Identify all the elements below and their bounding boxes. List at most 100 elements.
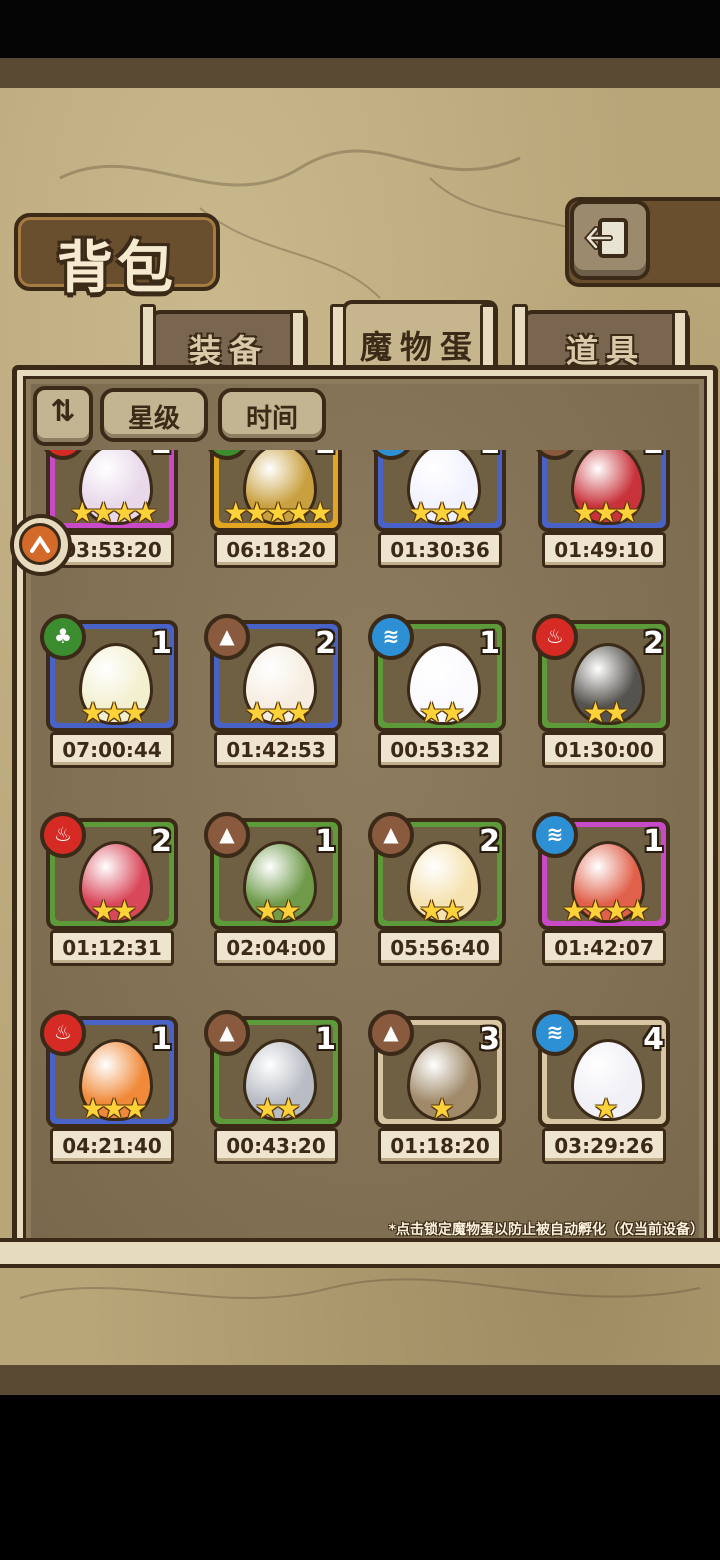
egg-count: 2 bbox=[315, 450, 336, 461]
egg-count: 2 bbox=[479, 824, 500, 859]
tab-bar: 装备 道具 魔物蛋 bbox=[12, 300, 708, 376]
fire-element-icon: ♨ bbox=[40, 812, 86, 858]
egg-count: 2 bbox=[151, 824, 172, 859]
sort-by-star-button[interactable]: 星级 bbox=[100, 388, 208, 442]
back-button[interactable] bbox=[570, 200, 650, 280]
egg-slot[interactable]: 1 ★★★ ♣ 07:00:44 bbox=[30, 614, 178, 768]
tab-items[interactable]: 道具 bbox=[522, 310, 690, 370]
egg-count: 2 bbox=[643, 626, 664, 661]
earth-element-icon: ▲ bbox=[204, 1010, 250, 1056]
egg-slot[interactable]: 1★★★≋01:30:36 bbox=[358, 450, 506, 568]
egg-slot[interactable]: 2 ★★★ ▲ 01:42:53 bbox=[194, 614, 342, 768]
sort-toggle-icon: ⇅ bbox=[50, 394, 76, 429]
egg-count: 1 bbox=[479, 626, 500, 661]
star-rating: ★★ bbox=[254, 1092, 301, 1125]
egg-count: 1 bbox=[315, 1022, 336, 1057]
hatch-timer: 04:21:40 bbox=[50, 1128, 174, 1164]
hatch-timer: 01:42:53 bbox=[214, 732, 338, 768]
egg-slot[interactable]: 1 ★★ ▲ 02:04:00 bbox=[194, 812, 342, 966]
map-border-top bbox=[0, 58, 720, 88]
star-rating: ★★★★★ bbox=[223, 496, 333, 529]
hatch-timer: 01:30:36 bbox=[378, 532, 502, 568]
tab-post bbox=[480, 304, 496, 370]
egg-card[interactable]: 1 ★★★ bbox=[374, 450, 506, 532]
hatch-timer: 01:18:20 bbox=[378, 1128, 502, 1164]
star-rating: ★★★ bbox=[80, 696, 147, 729]
egg-card[interactable]: 2 ★★★★★ bbox=[210, 450, 342, 532]
hatch-timer: 01:30:00 bbox=[542, 732, 666, 768]
egg-slot[interactable]: 3 ★ ▲ 01:18:20 bbox=[358, 1010, 506, 1164]
star-rating: ★★ bbox=[582, 696, 629, 729]
star-rating: ★★★ bbox=[572, 496, 639, 529]
egg-count: 2 bbox=[643, 450, 664, 461]
egg-card[interactable]: 2 ★★★★ bbox=[46, 450, 178, 532]
egg-slot[interactable]: 1 ★★ ≋ 00:53:32 bbox=[358, 614, 506, 768]
star-rating: ★★ bbox=[90, 894, 137, 927]
egg-count: 1 bbox=[151, 626, 172, 661]
hatch-timer: 07:00:44 bbox=[50, 732, 174, 768]
back-arrow-icon bbox=[583, 218, 628, 258]
earth-element-icon: ▲ bbox=[368, 1010, 414, 1056]
lock-toggle-button[interactable] bbox=[10, 514, 72, 576]
egg-count: 3 bbox=[479, 1022, 500, 1057]
map-border-bottom bbox=[0, 1365, 720, 1395]
egg-slot[interactable]: 2 ★★ ▲ 05:56:40 bbox=[358, 812, 506, 966]
egg-slot[interactable]: 2 ★★ ♨ 01:30:00 bbox=[522, 614, 670, 768]
sort-by-time-label: 时间 bbox=[245, 404, 298, 434]
star-rating: ★ bbox=[593, 1092, 618, 1125]
earth-element-icon: ▲ bbox=[368, 812, 414, 858]
tab-monster-eggs-label: 魔物蛋 bbox=[359, 328, 480, 366]
title-plate: 背包 bbox=[14, 213, 220, 301]
page-title: 背包 bbox=[57, 236, 177, 301]
water-element-icon: ≋ bbox=[532, 1010, 578, 1056]
tab-post bbox=[330, 304, 346, 370]
tab-equipment[interactable]: 装备 bbox=[150, 310, 308, 370]
sort-order-toggle[interactable]: ⇅ bbox=[33, 386, 93, 446]
star-rating: ★★★ bbox=[408, 496, 475, 529]
egg-count: 2 bbox=[151, 450, 172, 461]
bottom-blank bbox=[0, 1395, 720, 1560]
egg-slot[interactable]: 2★★★★★♣06:18:20 bbox=[194, 450, 342, 568]
sort-by-time-button[interactable]: 时间 bbox=[218, 388, 326, 442]
hatch-timer: 01:49:10 bbox=[542, 532, 666, 568]
egg-count: 1 bbox=[479, 450, 500, 461]
egg-count: 1 bbox=[151, 1022, 172, 1057]
egg-grid: 2★★★★♨03:53:202★★★★★♣06:18:201★★★≋01:30:… bbox=[30, 450, 694, 1220]
egg-slot[interactable]: 2★★★▲01:49:10 bbox=[522, 450, 670, 568]
star-rating: ★ bbox=[429, 1092, 454, 1125]
egg-count: 2 bbox=[315, 626, 336, 661]
earth-element-icon: ▲ bbox=[204, 614, 250, 660]
hatch-timer: 03:29:26 bbox=[542, 1128, 666, 1164]
fire-element-icon: ♨ bbox=[40, 1010, 86, 1056]
egg-slot[interactable]: 1 ★★ ▲ 00:43:20 bbox=[194, 1010, 342, 1164]
hatch-timer: 01:42:07 bbox=[542, 930, 666, 966]
star-rating: ★★ bbox=[254, 894, 301, 927]
hatch-timer: 05:56:40 bbox=[378, 930, 502, 966]
water-element-icon: ≋ bbox=[532, 812, 578, 858]
egg-count: 4 bbox=[643, 1022, 664, 1057]
star-rating: ★★★ bbox=[80, 1092, 147, 1125]
hatch-timer: 01:12:31 bbox=[50, 930, 174, 966]
grass-element-icon: ♣ bbox=[40, 614, 86, 660]
egg-count: 1 bbox=[315, 824, 336, 859]
egg-slot[interactable]: 4 ★ ≋ 03:29:26 bbox=[522, 1010, 670, 1164]
egg-count: 1 bbox=[643, 824, 664, 859]
hatch-timer: 00:53:32 bbox=[378, 732, 502, 768]
egg-slot[interactable]: 1 ★★★★ ≋ 01:42:07 bbox=[522, 812, 670, 966]
star-rating: ★★ bbox=[418, 894, 465, 927]
star-rating: ★★★★ bbox=[561, 894, 650, 927]
egg-slot[interactable]: 2 ★★ ♨ 01:12:31 bbox=[30, 812, 178, 966]
egg-card[interactable]: 2 ★★★ bbox=[538, 450, 670, 532]
tab-post bbox=[512, 304, 528, 370]
earth-element-icon: ▲ bbox=[204, 812, 250, 858]
fire-element-icon: ♨ bbox=[532, 614, 578, 660]
star-rating: ★★ bbox=[418, 696, 465, 729]
hatch-timer: 06:18:20 bbox=[214, 532, 338, 568]
panel-bottom-rail bbox=[0, 1238, 720, 1268]
egg-slot[interactable]: 1 ★★★ ♨ 04:21:40 bbox=[30, 1010, 178, 1164]
tab-post bbox=[140, 304, 156, 370]
lock-hint-text: *点击锁定魔物蛋以防止被自动孵化（仅当前设备） bbox=[388, 1222, 704, 1238]
sort-by-star-label: 星级 bbox=[127, 404, 180, 434]
status-bar-area bbox=[0, 0, 720, 58]
lock-icon bbox=[19, 523, 61, 565]
